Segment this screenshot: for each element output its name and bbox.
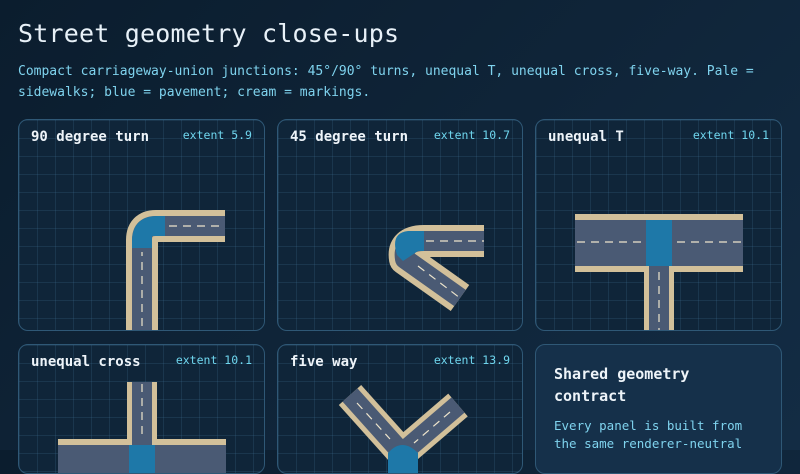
panel-45-degree-turn[interactable]: 45 degree turn extent 10.7 (277, 119, 523, 331)
page-title: Street geometry close-ups (18, 19, 400, 48)
extent-label: extent 10.7 (433, 128, 510, 142)
panel-five-way[interactable]: five way extent 13.9 (277, 344, 523, 474)
panel-unequal-cross[interactable]: unequal cross extent 10.1 (18, 344, 265, 474)
road-45-turn-drawing (388, 225, 484, 312)
card-text: Every panel is built from the same rende… (554, 418, 743, 451)
panel-name: unequal cross (31, 354, 141, 370)
panel-name: unequal T (548, 129, 624, 145)
page-subtitle: Compact carriageway-union junctions: 45°… (18, 64, 754, 100)
panel-name: 90 degree turn (31, 129, 150, 145)
shared-geometry-card: Shared geometry contract Every panel is … (535, 344, 782, 474)
junction-pavement-cross (129, 445, 155, 473)
panel-90-degree-turn[interactable]: 90 degree turn extent 5.9 (18, 119, 265, 331)
junction-pavement-five-way (388, 445, 418, 473)
extent-label: extent 13.9 (433, 353, 510, 367)
road-90-turn-drawing (126, 210, 225, 330)
panel-unequal-t[interactable]: unequal T extent 10.1 (535, 119, 782, 331)
sidewalk-90 (126, 210, 225, 330)
extent-label: extent 5.9 (182, 128, 252, 142)
junction-pavement-t (646, 220, 672, 266)
extent-label: extent 10.1 (175, 353, 252, 367)
road-unequal-t-drawing (575, 214, 743, 330)
card-title: Shared geometry contract (554, 365, 690, 405)
panel-name: five way (290, 354, 358, 370)
panel-name: 45 degree turn (290, 129, 409, 145)
extent-label: extent 10.1 (692, 128, 769, 142)
